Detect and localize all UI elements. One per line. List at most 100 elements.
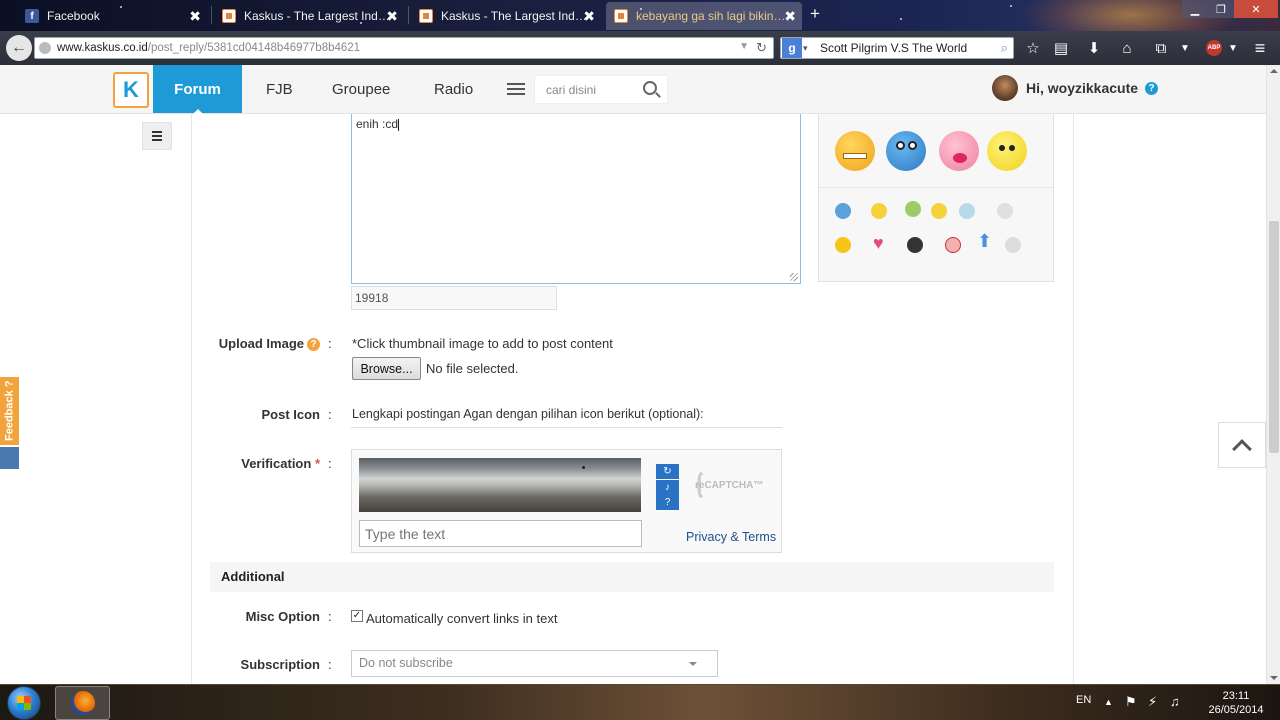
- post-icon-hint: Lengkapi postingan Agan dengan pilihan i…: [352, 407, 704, 421]
- smiley-small-1-icon[interactable]: [835, 203, 851, 219]
- start-button[interactable]: [7, 686, 41, 720]
- recaptcha-logo-text: reCAPTCHA™: [695, 479, 764, 491]
- close-icon[interactable]: ✖: [583, 8, 595, 25]
- tab-kaskus-2[interactable]: Kaskus - The Largest Indon... ✖: [411, 2, 601, 30]
- smiley-shy-girl-icon[interactable]: [939, 131, 979, 171]
- chevron-down-icon[interactable]: ▼: [1222, 37, 1244, 59]
- bookmarks-list-icon[interactable]: ▤: [1050, 37, 1072, 59]
- scroll-to-top-button[interactable]: [1218, 422, 1266, 468]
- avatar[interactable]: [992, 75, 1018, 101]
- language-indicator[interactable]: EN: [1076, 694, 1091, 706]
- address-bar[interactable]: www.kaskus.co.id /post_reply/5381cd04148…: [34, 37, 774, 59]
- tab-label: kebayang ga sih lagi bikin ...: [636, 9, 786, 23]
- chevron-down-icon: [689, 662, 697, 670]
- smiley-small-3-icon[interactable]: [905, 201, 921, 217]
- close-icon[interactable]: ✖: [189, 8, 201, 25]
- bookmark-star-icon[interactable]: ☆: [1022, 37, 1044, 59]
- vertical-scrollbar[interactable]: [1266, 65, 1280, 684]
- home-icon[interactable]: ⌂: [1116, 37, 1138, 59]
- tab-label: Kaskus - The Largest Indon...: [441, 9, 589, 23]
- field-colon: :: [328, 609, 332, 624]
- smiley-shocked-icon[interactable]: [886, 131, 926, 171]
- captcha-input[interactable]: [359, 520, 642, 547]
- new-tab-button[interactable]: +: [810, 4, 820, 24]
- chevron-down-icon[interactable]: ▼: [739, 41, 749, 52]
- resize-handle[interactable]: [790, 273, 798, 281]
- help-icon[interactable]: ?: [307, 338, 320, 351]
- download-icon[interactable]: ⬇: [1083, 37, 1105, 59]
- smiley-small-9-icon[interactable]: [945, 237, 961, 253]
- network-icon[interactable]: ⚡: [1148, 694, 1157, 710]
- taskbar-firefox-button[interactable]: [55, 686, 110, 720]
- menu-icon[interactable]: ≡: [1249, 37, 1271, 59]
- convert-links-checkbox[interactable]: ✓: [351, 610, 363, 622]
- post-icon-label: Post Icon: [261, 407, 320, 422]
- help-icon[interactable]: ?: [1145, 81, 1159, 95]
- nav-radio[interactable]: Radio: [434, 65, 473, 113]
- tab-kaskus-1[interactable]: Kaskus - The Largest Indon... ✖: [214, 2, 404, 30]
- nav-groupee[interactable]: Groupee: [332, 65, 390, 113]
- maximize-button[interactable]: ❐: [1208, 0, 1234, 18]
- close-icon[interactable]: ✖: [784, 8, 796, 25]
- sidebar-toggle-button[interactable]: [142, 122, 172, 150]
- smiley-small-2-icon[interactable]: [871, 203, 887, 219]
- nav-forum[interactable]: Forum: [153, 65, 242, 114]
- feedback-tab[interactable]: Feedback ?: [0, 377, 19, 445]
- arrow-up-icon[interactable]: ⬆: [977, 231, 992, 252]
- scroll-up-arrow[interactable]: [1270, 65, 1278, 73]
- volume-icon[interactable]: ♫: [1170, 694, 1180, 709]
- back-button[interactable]: ←: [6, 35, 32, 61]
- kaskus-logo[interactable]: K: [113, 72, 149, 108]
- convert-links-label[interactable]: Automatically convert links in text: [366, 611, 557, 626]
- hamburger-menu-icon[interactable]: [507, 80, 525, 98]
- tab-facebook[interactable]: f Facebook ✖: [17, 2, 207, 30]
- tab-kaskus-active[interactable]: kebayang ga sih lagi bikin ... ✖: [606, 2, 802, 30]
- smiley-small-5-icon[interactable]: [959, 203, 975, 219]
- nav-fjb[interactable]: FJB: [266, 65, 293, 113]
- subscription-select[interactable]: Do not subscribe: [351, 650, 718, 677]
- scroll-down-arrow[interactable]: [1270, 676, 1278, 684]
- upload-image-label: Upload Image?: [20, 336, 320, 351]
- window-close-button[interactable]: ✕: [1234, 0, 1278, 18]
- smiley-small-6-icon[interactable]: [997, 203, 1013, 219]
- smiley-divider: [819, 187, 1053, 188]
- google-icon[interactable]: g: [782, 38, 802, 58]
- adblock-label: ABP: [1206, 40, 1222, 56]
- message-textarea[interactable]: enih :cd: [351, 114, 801, 284]
- heart-icon[interactable]: ♥: [873, 233, 884, 254]
- chevron-up-icon: [1232, 439, 1252, 459]
- tray-expand-icon[interactable]: ▲: [1104, 697, 1113, 707]
- close-icon[interactable]: ✖: [386, 8, 398, 25]
- reload-icon[interactable]: ↻: [756, 40, 767, 56]
- browser-search-box[interactable]: g Scott Pilgrim V.S The World ⌕: [780, 37, 1014, 59]
- wallpaper-star: [900, 18, 902, 20]
- subscription-value: Do not subscribe: [359, 656, 453, 670]
- search-icon[interactable]: [643, 81, 657, 95]
- minimize-button[interactable]: ▁: [1182, 0, 1208, 18]
- feedback-secondary-icon[interactable]: [0, 447, 19, 469]
- captcha-audio-icon[interactable]: ♪: [656, 480, 679, 495]
- smiley-small-10-icon[interactable]: [1005, 237, 1021, 253]
- smiley-grin-icon[interactable]: [835, 131, 875, 171]
- captcha-refresh-icon[interactable]: ↻: [656, 464, 679, 479]
- user-menu[interactable]: Hi, woyzikkacute ?: [992, 75, 1159, 101]
- scrollbar-thumb[interactable]: [1269, 221, 1279, 453]
- screenshot-icon[interactable]: ⧉: [1150, 37, 1172, 59]
- search-icon[interactable]: ⌕: [1001, 40, 1008, 56]
- captcha-help-icon[interactable]: ?: [656, 495, 679, 510]
- clock-date: 26/05/2014: [1208, 704, 1264, 716]
- action-center-icon[interactable]: ⚑: [1125, 694, 1137, 710]
- wallpaper-star: [1010, 5, 1012, 7]
- recaptcha-logo: reCAPTCHA™: [695, 468, 764, 502]
- chevron-down-icon[interactable]: ▼: [1174, 37, 1196, 59]
- upload-hint: *Click thumbnail image to add to post co…: [352, 336, 613, 351]
- smiley-small-4-icon[interactable]: [931, 203, 947, 219]
- smiley-blank-icon[interactable]: [987, 131, 1027, 171]
- system-clock[interactable]: 23:11 26/05/2014: [1200, 689, 1272, 717]
- url-path: /post_reply/5381cd04148b46977b8b4621: [147, 42, 361, 54]
- smiley-small-7-icon[interactable]: [835, 237, 851, 253]
- browse-button[interactable]: Browse...: [352, 357, 421, 380]
- smiley-small-8-icon[interactable]: [907, 237, 923, 253]
- privacy-terms-link[interactable]: Privacy & Terms: [686, 530, 776, 544]
- site-search-input[interactable]: cari disini: [534, 75, 668, 104]
